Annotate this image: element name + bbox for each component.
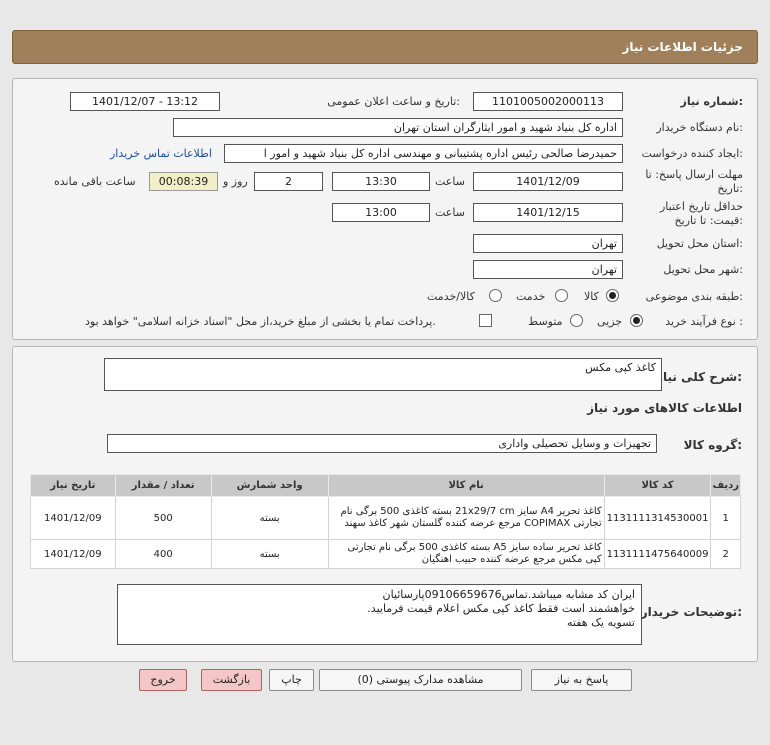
item-name: کاغذ تحریر ساده سایز A5 بسته کاغذی 500 ب… bbox=[327, 539, 605, 569]
province-field: تهران bbox=[473, 234, 623, 253]
creator-field: حمیدرضا صالحی رئیس اداره پشتیبانی و مهند… bbox=[224, 144, 623, 163]
item-code: 1131111475640009 bbox=[603, 539, 712, 569]
item-qty: 400 bbox=[114, 539, 212, 569]
reply-deadline-label: مهلت ارسال پاسخ: تا تاریخ: bbox=[645, 168, 743, 195]
print-button[interactable]: چاپ bbox=[269, 669, 314, 691]
buyer-note-line: تسویه یک هفته bbox=[567, 616, 635, 629]
validity-label: حداقل تاریخ اعتبار قیمت: تا تاریخ: bbox=[659, 200, 743, 227]
goods-group-field: تجهیزات و وسایل تحصیلی واداری bbox=[107, 434, 657, 453]
item-date: 1401/12/09 bbox=[30, 539, 116, 569]
page-title: جزئیات اطلاعات نیاز bbox=[622, 40, 743, 54]
category-both-label: کالا/خدمت bbox=[427, 290, 475, 303]
reply-button[interactable]: پاسخ به نیاز bbox=[531, 669, 632, 691]
exit-button[interactable]: خروج bbox=[139, 669, 187, 691]
goods-section-title: اطلاعات کالاهای مورد نیاز bbox=[587, 401, 742, 415]
item-qty: 500 bbox=[114, 496, 212, 540]
category-goods-radio[interactable] bbox=[606, 289, 619, 302]
days-field: 2 bbox=[254, 172, 323, 191]
announce-label: تاریخ و ساعت اعلان عمومی: bbox=[327, 95, 460, 108]
goods-group-label: گروه کالا: bbox=[683, 438, 742, 452]
validity-date-field: 1401/12/15 bbox=[473, 203, 623, 222]
col-row: ردیف bbox=[710, 474, 741, 497]
process-medium-label: متوسط bbox=[528, 315, 563, 328]
reply-time-field: 13:30 bbox=[332, 172, 430, 191]
need-number-field: 1101005002000113 bbox=[473, 92, 623, 111]
item-name: کاغذ تحریر A4 سایز 21x29/7 cm بسته کاغذی… bbox=[327, 496, 605, 540]
summary-field: کاغذ کپی مکس bbox=[104, 358, 662, 391]
treasury-payment-label: پرداخت تمام یا بخشی از مبلغ خرید،از محل … bbox=[85, 315, 436, 328]
goods-table-header: ردیف کد کالا نام کالا واحد شمارش تعداد /… bbox=[30, 474, 741, 497]
remaining-time-label: ساعت باقی مانده bbox=[54, 175, 136, 188]
treasury-payment-checkbox[interactable] bbox=[479, 314, 492, 327]
process-minor-radio[interactable] bbox=[630, 314, 643, 327]
back-button[interactable]: بازگشت bbox=[201, 669, 262, 691]
reply-time-label: ساعت bbox=[435, 175, 465, 188]
days-label: روز و bbox=[223, 175, 248, 188]
buyer-notes-label: توضیحات خریدار: bbox=[640, 605, 742, 619]
city-field: تهران bbox=[473, 260, 623, 279]
creator-label: ایجاد کننده درخواست: bbox=[641, 147, 743, 160]
item-unit: بسته bbox=[210, 539, 329, 569]
row-number: 1 bbox=[710, 496, 741, 540]
province-label: استان محل تحویل: bbox=[656, 237, 743, 250]
col-code: کد کالا bbox=[603, 474, 712, 497]
reply-date-field: 1401/12/09 bbox=[473, 172, 623, 191]
table-row: 2 1131111475640009 کاغذ تحریر ساده سایز … bbox=[30, 539, 741, 569]
item-code: 1131111314530001 bbox=[603, 496, 712, 540]
page-header: جزئیات اطلاعات نیاز bbox=[12, 30, 758, 64]
buyer-note-line: ایران کد مشابه میباشد.تماس09106659676پار… bbox=[382, 588, 635, 601]
buyer-notes-box: ایران کد مشابه میباشد.تماس09106659676پار… bbox=[117, 584, 642, 645]
buyer-note-line: خواهشمند است فقط کاغذ کپی مکس اعلام قیمت… bbox=[367, 602, 635, 615]
summary-label: شرح کلی نیاز: bbox=[656, 370, 742, 384]
category-both-radio[interactable] bbox=[489, 289, 502, 302]
city-label: شهر محل تحویل: bbox=[663, 263, 743, 276]
process-medium-radio[interactable] bbox=[570, 314, 583, 327]
row-number: 2 bbox=[710, 539, 741, 569]
remaining-time-field: 00:08:39 bbox=[149, 172, 218, 191]
goods-table: ردیف کد کالا نام کالا واحد شمارش تعداد /… bbox=[30, 474, 741, 569]
buyer-field: اداره کل بنیاد شهید و امور ایثارگران است… bbox=[173, 118, 623, 137]
category-goods-label: کالا bbox=[584, 290, 599, 303]
category-service-radio[interactable] bbox=[555, 289, 568, 302]
col-qty: تعداد / مقدار bbox=[114, 474, 212, 497]
process-label: نوع فرآیند خرید : bbox=[665, 315, 743, 328]
col-date: تاریخ نیاز bbox=[30, 474, 116, 497]
need-number-label: شماره نیاز: bbox=[680, 95, 743, 108]
item-unit: بسته bbox=[210, 496, 329, 540]
buyer-label: نام دستگاه خریدار: bbox=[656, 121, 743, 134]
process-minor-label: جزیی bbox=[597, 315, 623, 328]
contact-info-link[interactable]: اطلاعات تماس خریدار bbox=[110, 147, 212, 160]
category-label: طبقه بندی موضوعی: bbox=[645, 290, 743, 303]
category-service-label: خدمت bbox=[516, 290, 546, 303]
validity-time-label: ساعت bbox=[435, 206, 465, 219]
attachments-button[interactable]: مشاهده مدارک پیوستی (0) bbox=[319, 669, 522, 691]
validity-time-field: 13:00 bbox=[332, 203, 430, 222]
col-unit: واحد شمارش bbox=[210, 474, 329, 497]
item-date: 1401/12/09 bbox=[30, 496, 116, 540]
table-row: 1 1131111314530001 کاغذ تحریر A4 سایز 21… bbox=[30, 496, 741, 540]
col-name: نام کالا bbox=[327, 474, 605, 497]
announce-field: 1401/12/07 - 13:12 bbox=[70, 92, 220, 111]
